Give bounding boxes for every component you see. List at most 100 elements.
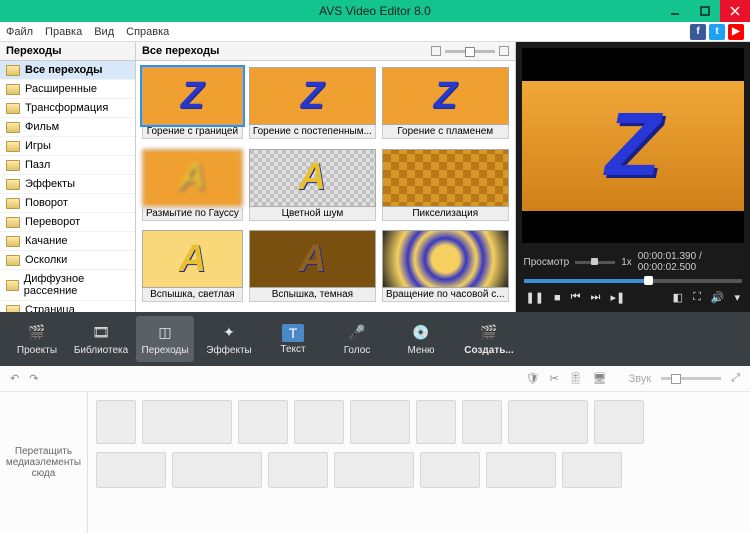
category-item[interactable]: Страница	[0, 301, 135, 312]
youtube-icon[interactable]: ▶	[728, 24, 744, 40]
category-item[interactable]: Трансформация	[0, 99, 135, 118]
playback-controls: ❚❚ ■ ⏮ ⏭ ▸❚ ◧ ⛶ 🔊 ▾	[516, 287, 750, 312]
projects-button[interactable]: 🎬 Проекты	[8, 316, 66, 362]
category-item[interactable]: Игры	[0, 137, 135, 156]
transition-item[interactable]: Пикселизация	[382, 149, 509, 225]
social-links: f t ▶	[690, 24, 744, 40]
transition-item[interactable]: ZГорение с постепенным...	[249, 67, 376, 143]
category-list[interactable]: Все переходы Расширенные Трансформация Ф…	[0, 61, 135, 312]
timeline-clip[interactable]	[294, 400, 344, 444]
transition-caption: Горение с постепенным...	[249, 125, 376, 139]
folder-icon	[6, 122, 20, 133]
volume-button[interactable]: 🔊	[711, 291, 725, 304]
transition-item[interactable]: AВспышка, темная	[249, 230, 376, 306]
category-item[interactable]: Диффузное рассеяние	[0, 270, 135, 301]
transitions-icon: ◫	[153, 323, 177, 343]
facebook-icon[interactable]: f	[690, 24, 706, 40]
menu-edit[interactable]: Правка	[45, 26, 82, 38]
gallery-grid[interactable]: ZГорение с границей ZГорение с постепенн…	[136, 61, 515, 312]
close-button[interactable]	[720, 0, 750, 22]
next-button[interactable]: ⏭	[591, 291, 601, 304]
category-item[interactable]: Пазл	[0, 156, 135, 175]
prev-button[interactable]: ⏮	[571, 291, 581, 304]
toolbar-label: Голос	[344, 345, 371, 356]
seek-bar[interactable]	[524, 279, 742, 283]
effects-button[interactable]: ✦ Эффекты	[200, 316, 258, 362]
shield-icon[interactable]: 🛡	[526, 372, 540, 385]
transitions-button[interactable]: ◫ Переходы	[136, 316, 194, 362]
category-item[interactable]: Все переходы	[0, 61, 135, 80]
transition-item[interactable]: AРазмытие по Гауссу	[142, 149, 243, 225]
timeline-clip[interactable]	[334, 452, 414, 488]
monitor-icon[interactable]: 🖥	[593, 372, 607, 385]
category-label: Игры	[25, 140, 51, 152]
category-label: Качание	[25, 235, 67, 247]
menu-file[interactable]: Файл	[6, 26, 33, 38]
text-button[interactable]: T Текст	[264, 316, 322, 362]
library-button[interactable]: 🎞 Библиотека	[72, 316, 130, 362]
timeline-clip[interactable]	[486, 452, 556, 488]
timeline-clip[interactable]	[268, 452, 328, 488]
transition-item[interactable]: ZГорение с пламенем	[382, 67, 509, 143]
split-button[interactable]: ✂	[549, 372, 558, 385]
preview-panel: Z Просмотр 1x 00:00:01.390 / 00:00:02.50…	[516, 42, 750, 312]
category-item[interactable]: Качание	[0, 232, 135, 251]
category-item[interactable]: Фильм	[0, 118, 135, 137]
timeline-clip[interactable]	[172, 452, 262, 488]
timeline-zoom-slider[interactable]	[661, 377, 721, 380]
snapshot-button[interactable]: ◧	[673, 291, 683, 304]
speed-slider[interactable]	[575, 261, 615, 264]
voice-button[interactable]: 🎤 Голос	[328, 316, 386, 362]
category-item[interactable]: Осколки	[0, 251, 135, 270]
stop-button[interactable]: ■	[554, 292, 561, 304]
transition-item[interactable]: AЦветной шум	[249, 149, 376, 225]
overlay-track[interactable]	[96, 452, 742, 488]
timeline-clip[interactable]	[562, 452, 622, 488]
preview-screen: Z	[522, 48, 744, 243]
play-button[interactable]: ▸❚	[610, 291, 625, 304]
category-item[interactable]: Эффекты	[0, 175, 135, 194]
undo-button[interactable]: ↶	[10, 372, 19, 385]
timeline-clip[interactable]	[142, 400, 232, 444]
category-item[interactable]: Переворот	[0, 213, 135, 232]
toolbar-label: Эффекты	[206, 345, 251, 356]
clapperboard-icon: 🎬	[25, 323, 49, 343]
menu-help[interactable]: Справка	[126, 26, 169, 38]
twitter-icon[interactable]: t	[709, 24, 725, 40]
disc-menu-button[interactable]: 💿 Меню	[392, 316, 450, 362]
category-item[interactable]: Поворот	[0, 194, 135, 213]
timeline-clip[interactable]	[96, 452, 166, 488]
transition-item[interactable]: AВспышка, светлая	[142, 230, 243, 306]
more-button[interactable]: ▾	[734, 291, 740, 304]
zoom-large-icon[interactable]	[499, 46, 509, 56]
video-track[interactable]	[96, 400, 742, 444]
pause-button[interactable]: ❚❚	[526, 291, 544, 304]
transition-item[interactable]: Вращение по часовой с...	[382, 230, 509, 306]
timeline-clip[interactable]	[594, 400, 644, 444]
transition-caption: Пикселизация	[382, 207, 509, 221]
timeline-clip[interactable]	[420, 452, 480, 488]
timeline-clip[interactable]	[238, 400, 288, 444]
category-item[interactable]: Расширенные	[0, 80, 135, 99]
fit-button[interactable]: ⤢	[731, 372, 740, 385]
transition-item[interactable]: ZГорение с границей	[142, 67, 243, 143]
minimize-button[interactable]	[660, 0, 690, 22]
timeline-clip[interactable]	[508, 400, 588, 444]
folder-icon	[6, 280, 19, 291]
create-button[interactable]: 🎬 Создать...	[460, 316, 518, 362]
redo-button[interactable]: ↷	[29, 372, 38, 385]
main-area: Переходы Все переходы Расширенные Трансф…	[0, 42, 750, 312]
zoom-small-icon[interactable]	[431, 46, 441, 56]
timeline-dropzone[interactable]: Перетащить медиаэлементы сюда	[0, 392, 88, 533]
window-controls	[660, 0, 750, 22]
maximize-button[interactable]	[690, 0, 720, 22]
timeline-clip[interactable]	[462, 400, 502, 444]
audio-settings-icon[interactable]: 🎚	[569, 372, 583, 385]
timeline-tracks[interactable]	[88, 392, 750, 533]
fullscreen-button[interactable]: ⛶	[693, 291, 701, 304]
menu-view[interactable]: Вид	[94, 26, 114, 38]
timeline-clip[interactable]	[350, 400, 410, 444]
zoom-slider[interactable]	[445, 50, 495, 53]
timeline-clip[interactable]	[416, 400, 456, 444]
timeline-clip[interactable]	[96, 400, 136, 444]
